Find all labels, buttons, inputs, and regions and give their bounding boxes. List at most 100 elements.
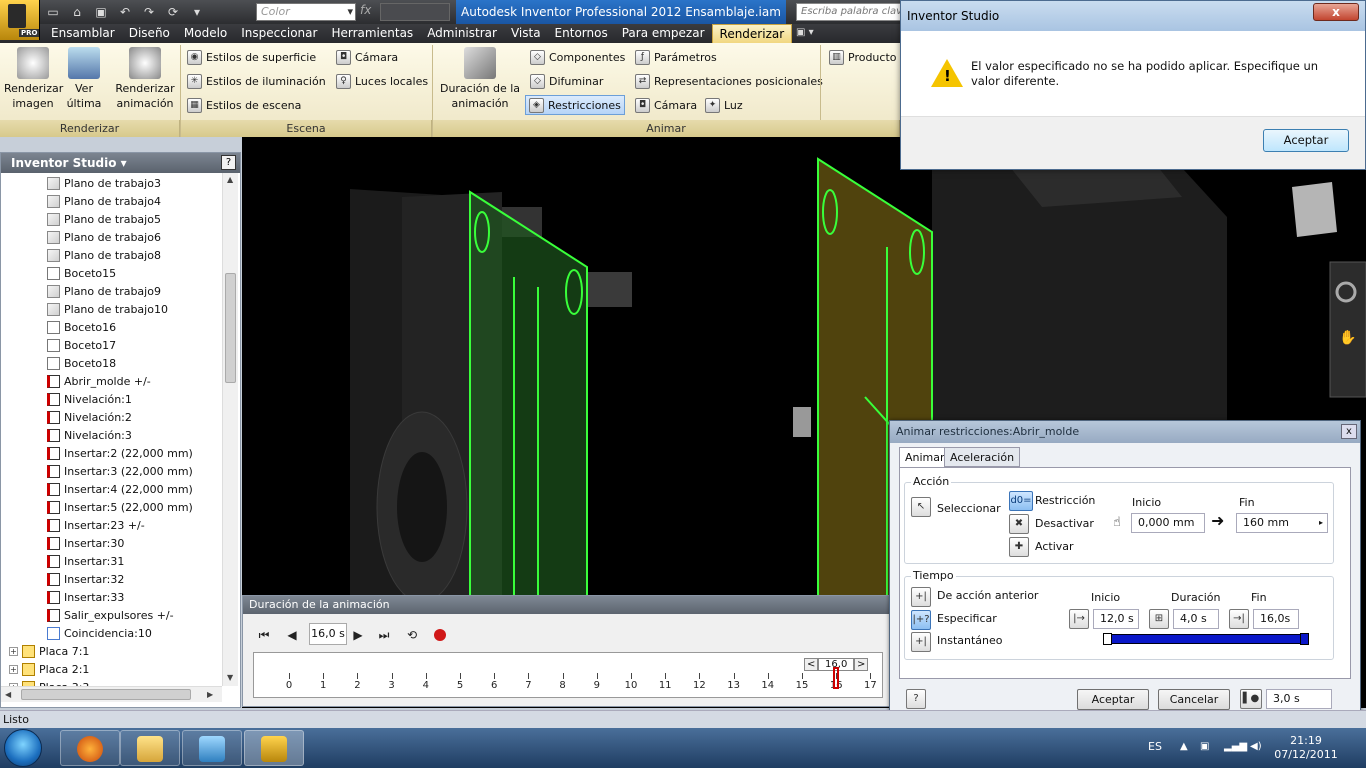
browser-item[interactable]: Abrir_molde +/- (47, 372, 151, 390)
language-indicator[interactable]: ES (1148, 740, 1162, 753)
browser-item[interactable]: Insertar:31 (47, 552, 124, 570)
expand-icon[interactable]: + (9, 682, 18, 686)
tab-animar[interactable]: Animar (899, 447, 951, 468)
record-icon[interactable] (434, 629, 446, 641)
browser-item[interactable]: Coincidencia:10 (47, 624, 152, 642)
time-range-slider[interactable] (1103, 633, 1309, 645)
save-icon[interactable]: ▣ (92, 4, 110, 20)
slider-start-handle[interactable] (1103, 633, 1112, 645)
chevron-up-icon[interactable]: ▲ (1180, 741, 1194, 753)
close-icon[interactable]: x (1341, 424, 1357, 439)
anim-camera-button[interactable]: ◘ Cámara (632, 95, 700, 115)
product-button[interactable]: ▥ Producto (826, 47, 900, 67)
browser-item[interactable]: Plano de trabajo10 (47, 300, 168, 318)
from-previous-icon[interactable]: +| (911, 587, 931, 607)
network-icon[interactable]: ▂▄▆ (1224, 741, 1247, 753)
time-end-input[interactable]: 16,0s (1253, 609, 1299, 629)
pan-icon[interactable]: ✋ (1339, 329, 1356, 346)
select-arrow-icon[interactable]: ↖ (911, 497, 931, 517)
render-image-button[interactable]: Renderizar imagen (4, 47, 63, 111)
browser-item[interactable]: Nivelación:3 (47, 426, 132, 444)
tab-vista[interactable]: Vista (504, 24, 548, 43)
close-button[interactable]: x (1313, 3, 1359, 21)
view-last-button[interactable]: Ver última (64, 47, 104, 111)
view-cube[interactable] (1292, 182, 1337, 237)
browser-item[interactable]: Insertar:33 (47, 588, 124, 606)
chevron-right-icon[interactable]: > (854, 657, 869, 671)
browser-vertical-scrollbar[interactable]: ▲ ▼ (222, 173, 238, 686)
timeline-ruler[interactable]: < 16,0 > 0 1 2 3 4 5 6 7 8 9 10 11 12 13 14 15 16 17 (253, 652, 883, 698)
fx-input[interactable] (380, 3, 450, 21)
browser-item[interactable]: Nivelación:1 (47, 390, 132, 408)
browser-item[interactable]: Plano de trabajo5 (47, 210, 161, 228)
browser-item[interactable]: Insertar:3 (22,000 mm) (47, 462, 193, 480)
scene-styles-button[interactable]: ▦ Estilos de escena (184, 95, 304, 115)
deactivate-icon[interactable]: ✖ (1009, 514, 1029, 534)
positional-reps-button[interactable]: ⇄ Representaciones posicionales (632, 71, 826, 91)
browser-item[interactable]: + Placa 7:1 (9, 642, 89, 660)
fade-button[interactable]: ◇ Difuminar (527, 71, 606, 91)
tab-herramientas[interactable]: Herramientas (324, 24, 420, 43)
browser-item[interactable]: Insertar:2 (22,000 mm) (47, 444, 193, 462)
timeline-time-field[interactable]: 16,0 s (309, 623, 347, 645)
browser-item[interactable]: Insertar:5 (22,000 mm) (47, 498, 193, 516)
chevron-left-icon[interactable]: < (804, 657, 819, 671)
time-duration-input[interactable]: 4,0 s (1173, 609, 1219, 629)
constraint-action-icon[interactable]: d0= (1009, 491, 1033, 511)
local-lights-button[interactable]: ♀ Luces locales (333, 71, 431, 91)
browser-item[interactable]: Boceto16 (47, 318, 116, 336)
browser-item[interactable]: Plano de trabajo3 (47, 174, 161, 192)
message-box-title[interactable]: Inventor Studio (901, 1, 1365, 31)
tab-administrar[interactable]: Administrar (420, 24, 504, 43)
tab-entornos[interactable]: Entornos (548, 24, 615, 43)
taskbar-inventor[interactable] (244, 730, 304, 766)
help-search-input[interactable]: Escriba palabra clave (796, 3, 906, 21)
go-to-start-icon[interactable]: ⏮ (255, 626, 273, 644)
record-icon[interactable]: ▌● (1240, 689, 1262, 709)
pick-icon[interactable]: ☝ (1113, 515, 1121, 530)
dialog-title[interactable]: Animar restricciones:Abrir_molde (890, 421, 1360, 443)
expand-icon[interactable]: + (9, 646, 18, 656)
browser-item[interactable]: Boceto15 (47, 264, 116, 282)
components-button[interactable]: ◇ Componentes (527, 47, 628, 67)
specify-icon[interactable]: |+? (911, 610, 931, 630)
browser-item[interactable]: Insertar:23 +/- (47, 516, 145, 534)
slider-end-handle[interactable] (1300, 633, 1309, 645)
lighting-styles-button[interactable]: ✳ Estilos de iluminación (184, 71, 329, 91)
scroll-right-icon[interactable]: ▶ (207, 690, 213, 699)
help-icon[interactable]: ? (906, 689, 926, 709)
device-icon[interactable]: ▣ (1200, 741, 1214, 753)
browser-item[interactable]: Insertar:4 (22,000 mm) (47, 480, 193, 498)
constraints-button[interactable]: ◈ Restricciones (525, 95, 625, 115)
browser-item[interactable]: Nivelación:2 (47, 408, 132, 426)
start-button[interactable] (4, 729, 42, 767)
ok-button[interactable]: Aceptar (1263, 129, 1349, 152)
time-start-input[interactable]: 12,0 s (1093, 609, 1139, 629)
ribbon-options-icon[interactable]: ▣ ▾ (796, 27, 814, 38)
timeline-playhead[interactable] (833, 667, 840, 689)
update-icon[interactable]: ⟳ (164, 4, 182, 20)
animation-duration-button[interactable]: Duración de la animación (436, 47, 524, 111)
loop-icon[interactable]: ⟲ (403, 626, 421, 644)
browser-item[interactable]: Plano de trabajo4 (47, 192, 161, 210)
browser-item[interactable]: Salir_expulsores +/- (47, 606, 174, 624)
taskbar-explorer[interactable] (120, 730, 180, 766)
chevron-right-icon[interactable]: ▸ (1319, 514, 1323, 532)
tab-ensamblar[interactable]: Ensamblar (44, 24, 122, 43)
taskbar-photo-viewer[interactable] (182, 730, 242, 766)
activate-icon[interactable]: ✚ (1009, 537, 1029, 557)
browser-item[interactable]: Boceto17 (47, 336, 116, 354)
browser-item[interactable]: Plano de trabajo8 (47, 246, 161, 264)
select-icon[interactable]: ▾ (188, 4, 206, 20)
camera-button[interactable]: ◘ Cámara (333, 47, 401, 67)
tab-para-empezar[interactable]: Para empezar (615, 24, 712, 43)
cancel-button[interactable]: Cancelar (1158, 689, 1230, 710)
clock[interactable]: 21:19 07/12/2011 (1270, 734, 1342, 762)
timeline-header[interactable]: Duración de la animación (243, 596, 891, 614)
redo-icon[interactable]: ↷ (140, 4, 158, 20)
browser-horizontal-scrollbar[interactable]: ◀ ▶ (1, 686, 222, 702)
browser-item[interactable]: Plano de trabajo9 (47, 282, 161, 300)
action-start-input[interactable]: 0,000 mm (1131, 513, 1205, 533)
app-logo-button[interactable]: PRO (0, 0, 40, 40)
play-icon[interactable]: ▶ (349, 626, 367, 644)
